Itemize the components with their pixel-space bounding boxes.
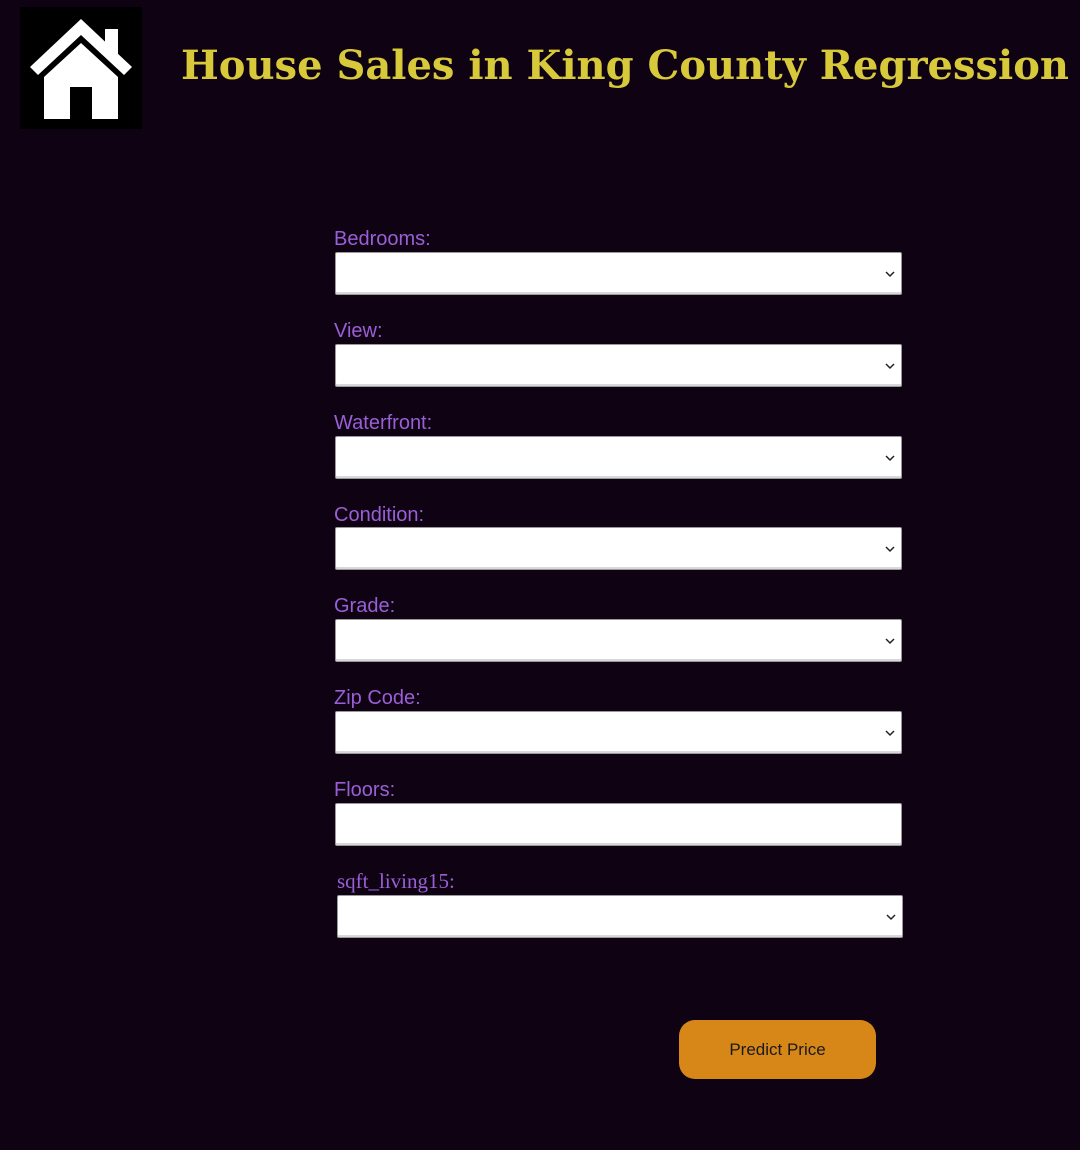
chevron-down-icon xyxy=(883,542,897,556)
zip-code-label: Zip Code: xyxy=(334,687,421,709)
house-icon xyxy=(20,7,142,129)
sqft-living15-label: sqft_living15: xyxy=(337,869,455,893)
chevron-down-icon xyxy=(883,267,897,281)
waterfront-select[interactable] xyxy=(335,436,902,479)
condition-select[interactable] xyxy=(335,527,902,570)
chevron-down-icon xyxy=(883,634,897,648)
floors-input[interactable] xyxy=(335,803,902,846)
condition-label: Condition: xyxy=(334,504,425,526)
grade-select[interactable] xyxy=(335,619,902,662)
grade-label: Grade: xyxy=(334,595,396,617)
chevron-down-icon xyxy=(884,910,898,924)
chevron-down-icon xyxy=(883,451,897,465)
zip-code-select[interactable] xyxy=(335,711,902,754)
chevron-down-icon xyxy=(883,726,897,740)
waterfront-label: Waterfront: xyxy=(334,412,433,434)
floors-label: Floors: xyxy=(334,779,396,801)
view-select[interactable] xyxy=(335,344,902,387)
bedrooms-label: Bedrooms: xyxy=(334,228,431,250)
predict-price-button[interactable]: Predict Price xyxy=(679,1020,876,1079)
house-logo xyxy=(20,7,142,129)
chevron-down-icon xyxy=(883,359,897,373)
sqft-living15-select[interactable] xyxy=(337,895,903,938)
view-label: View: xyxy=(334,320,383,342)
bedrooms-select[interactable] xyxy=(335,252,902,295)
page-title: House Sales in King County Regression xyxy=(181,42,1069,89)
